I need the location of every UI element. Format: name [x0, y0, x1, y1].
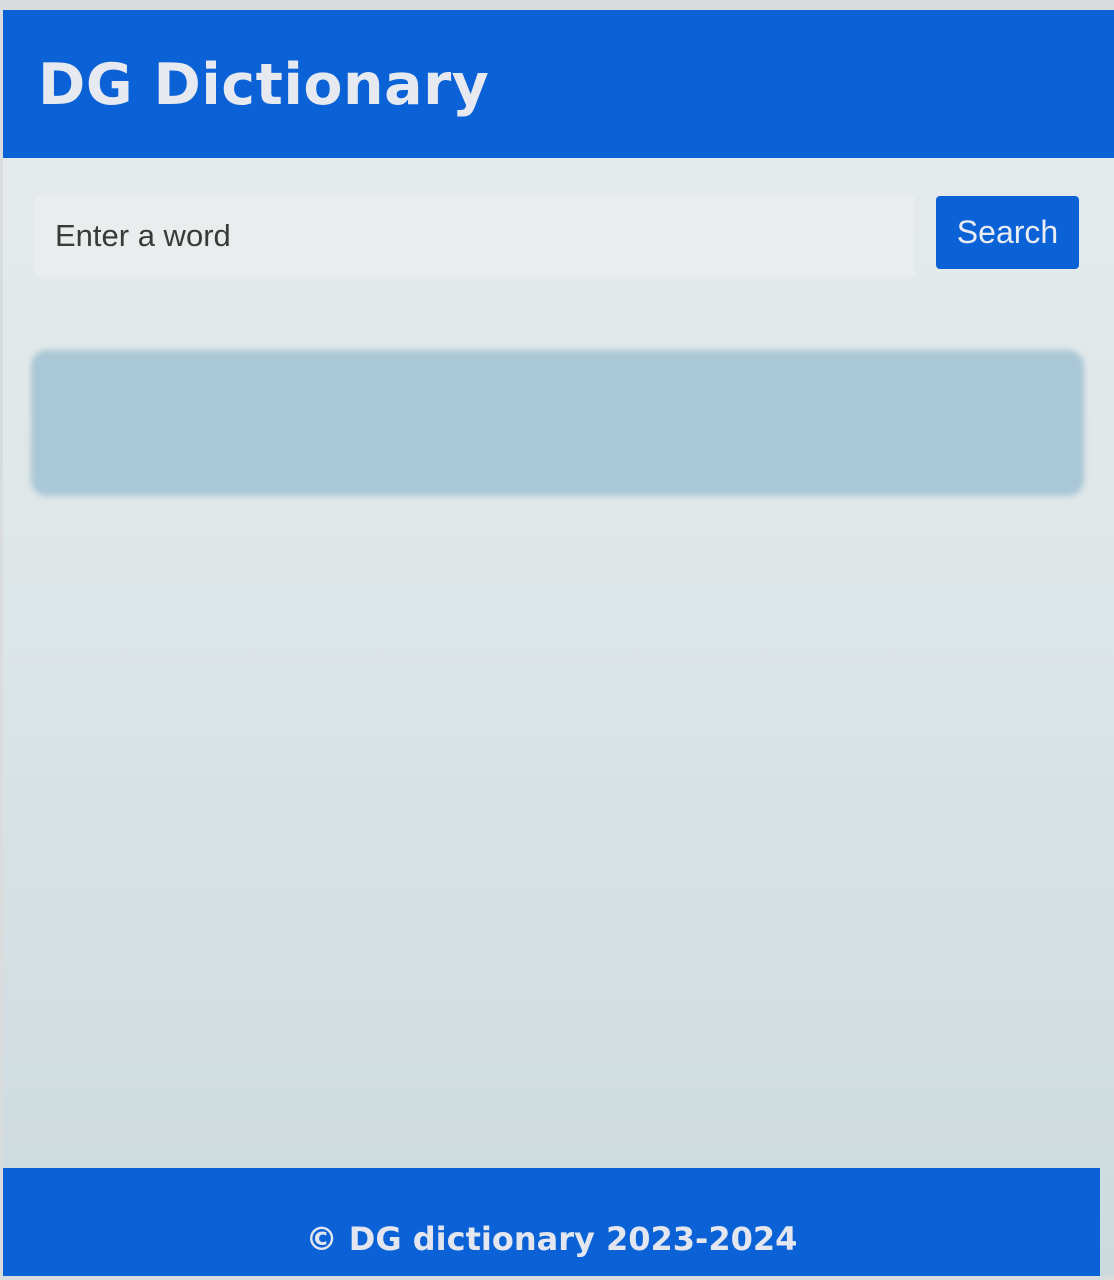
app-window: DG Dictionary Search © DG dictionary 202… — [3, 10, 1114, 1276]
result-box — [31, 350, 1084, 496]
app-header: DG Dictionary — [3, 10, 1114, 158]
app-title: DG Dictionary — [38, 52, 490, 118]
search-button[interactable]: Search — [936, 196, 1079, 269]
app-footer: © DG dictionary 2023-2024 — [3, 1168, 1100, 1276]
footer-copyright: © DG dictionary 2023-2024 — [305, 1220, 798, 1258]
search-input[interactable] — [35, 195, 915, 277]
